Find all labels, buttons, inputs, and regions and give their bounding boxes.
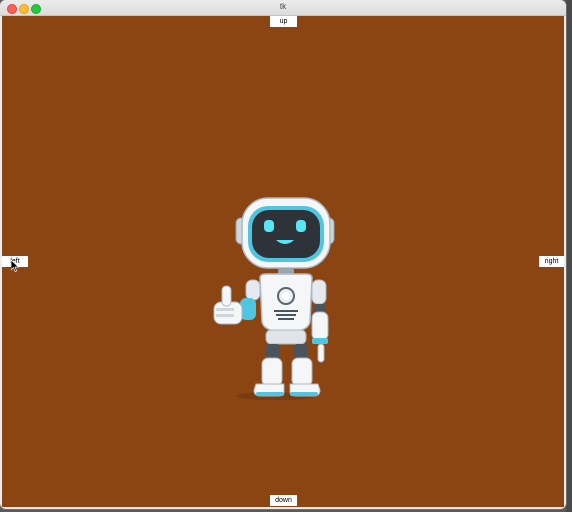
title-bar[interactable]: tk [0,0,566,16]
window-title: tk [279,2,287,11]
right-button[interactable]: right [539,256,564,267]
game-canvas: up down left right [2,16,564,507]
robot-sprite-icon [213,197,335,400]
app-window: tk up down left right [0,0,566,509]
desktop-background [566,0,572,512]
up-button[interactable]: up [270,16,297,27]
down-button[interactable]: down [270,495,297,506]
mouse-pointer-icon [11,260,19,272]
